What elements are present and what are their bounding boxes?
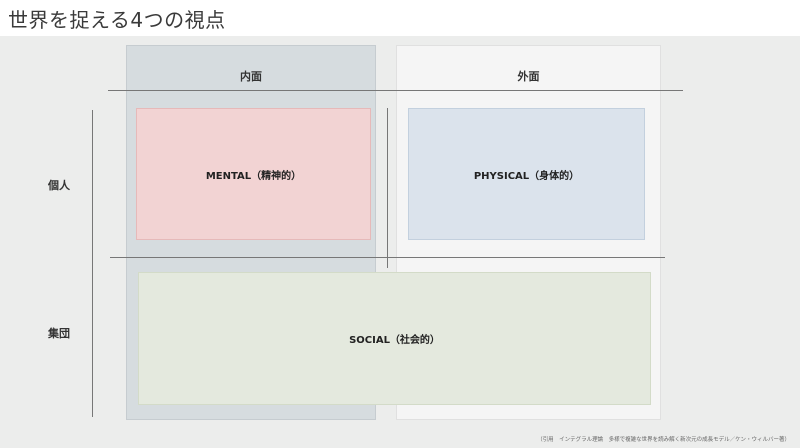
quadrant-social: SOCIAL（社会的） <box>138 272 651 405</box>
quadrant-physical: PHYSICAL（身体的） <box>408 108 645 240</box>
column-divider-line <box>387 108 388 268</box>
row-label-collective: 集団 <box>48 327 70 340</box>
page-title: 世界を捉える4つの視点 <box>8 8 226 32</box>
quadrant-physical-label: PHYSICAL（身体的） <box>473 170 580 182</box>
column-header-outer: 外面 <box>517 70 540 83</box>
row-label-individual: 個人 <box>48 179 70 192</box>
quadrant-social-label: SOCIAL（社会的） <box>349 335 440 346</box>
quadrant-mental-label: MENTAL（精神的） <box>205 170 302 182</box>
quadrant-mental: MENTAL（精神的） <box>136 108 371 240</box>
citation-footnote: （引用 インテグラル理論 多様で複雑な世界を読み解く新次元の成長モデル／ケン・ウ… <box>537 437 790 443</box>
header-divider-line <box>108 90 683 91</box>
row-axis-line <box>92 110 93 417</box>
column-header-inner: 内面 <box>240 70 262 83</box>
